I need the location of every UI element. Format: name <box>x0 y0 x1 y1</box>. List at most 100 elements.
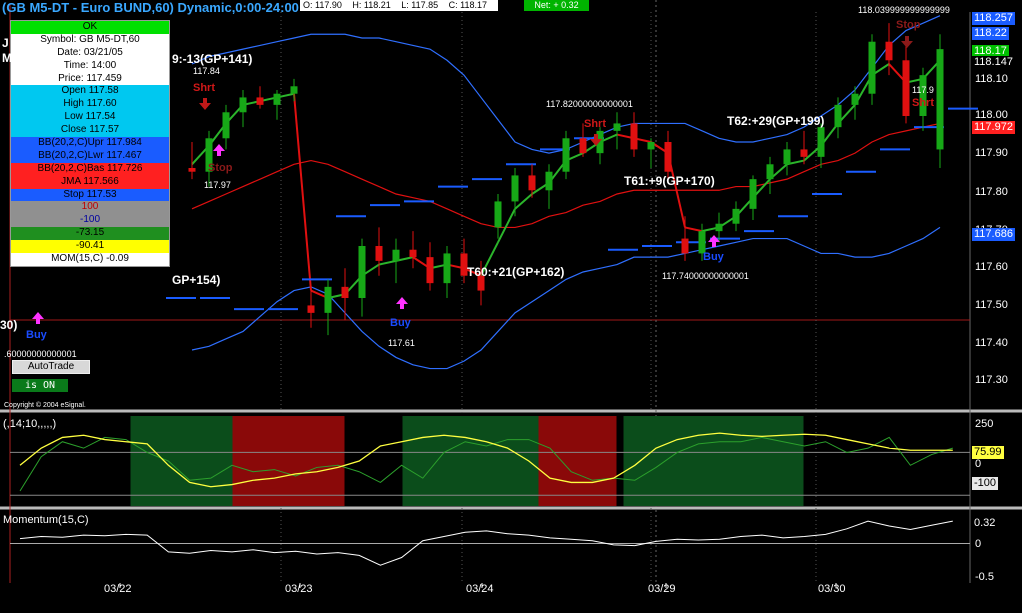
partial-label: 30) <box>0 318 18 332</box>
ohlc-high: H: 118.21 <box>352 0 391 10</box>
price-axis-label: 118.10 <box>975 73 1008 85</box>
oscillator-zone <box>402 416 549 506</box>
info-value-minus-100: -100 <box>11 214 169 228</box>
candle-body <box>222 112 230 139</box>
top-price-value: 118.039999999999999 <box>858 5 950 15</box>
autotrade-status[interactable]: is ON <box>12 379 68 392</box>
signal-buy-label: Buy <box>703 251 724 263</box>
oscillator-axis-tag: -100 <box>972 477 999 490</box>
info-bb-lower: BB(20,2,C)Lwr 117.467 <box>11 149 169 163</box>
date-label: 03/24 <box>466 583 494 595</box>
candle-body <box>239 97 247 113</box>
candle-body <box>783 149 791 165</box>
info-low: Low 117.54 <box>11 111 169 125</box>
momentum-axis-label: 0 <box>975 538 982 550</box>
autotrade-button[interactable]: AutoTrade <box>12 360 90 374</box>
candle-body <box>256 97 264 105</box>
chart-title: (GB M5-DT - Euro BUND,60) Dynamic,0:00-2… <box>2 0 299 15</box>
partial-label: J <box>2 36 9 50</box>
info-open: Open 117.58 <box>11 85 169 99</box>
info-value-minus-90: -90.41 <box>11 240 169 254</box>
price-axis-label: 117.30 <box>975 374 1008 386</box>
candle-body <box>902 60 910 116</box>
candle-body <box>341 286 349 298</box>
oscillator-axis-label: 250 <box>975 418 994 430</box>
info-price: Price: 117.459 <box>11 72 169 86</box>
net-change-badge: Net: + 0.32 <box>524 0 589 11</box>
candle-body <box>715 223 723 232</box>
copyright-text: Copyright © 2004 eSignal. <box>4 402 86 409</box>
candle-body <box>664 142 672 172</box>
trade-annotation: GP+154) <box>172 273 221 287</box>
info-stop: Stop 117.53 <box>11 188 169 202</box>
price-axis-label: 117.90 <box>975 147 1008 159</box>
candle-body <box>579 138 587 154</box>
date-label: 03/29 <box>648 583 676 595</box>
candle-body <box>358 246 366 298</box>
candle-body <box>817 127 825 157</box>
candle-body <box>868 41 876 94</box>
ohlc-readout: O: 117.90 H: 118.21 L: 117.85 C: 118.17 <box>300 0 499 11</box>
info-high: High 117.60 <box>11 98 169 112</box>
oscillator-axis-label: 0 <box>975 458 982 470</box>
signal-buy-label: Buy <box>26 329 47 341</box>
candle-body <box>800 149 808 157</box>
price-tag-bb-upper: 118.257 <box>972 12 1015 25</box>
momentum-axis-label: -0.5 <box>975 571 994 583</box>
info-momentum: MOM(15,C) -0.09 <box>11 253 169 266</box>
info-symbol: Symbol: GB M5-DT,60 <box>11 33 169 47</box>
signal-stop-label: Stop <box>896 19 921 31</box>
signal-buy-label: Buy <box>390 317 411 329</box>
candle-body <box>307 305 315 313</box>
price-axis-label: 117.50 <box>975 299 1008 311</box>
price-axis-label: 117.60 <box>975 261 1008 273</box>
candle-body <box>630 123 638 150</box>
price-annotation: 117.61 <box>388 338 415 348</box>
trade-annotation: T60:+21(GP+162) <box>467 265 565 279</box>
info-value-100: 100 <box>11 201 169 215</box>
price-annotation: .60000000000001 <box>4 349 77 359</box>
candle-body <box>545 171 553 191</box>
oscillator-zone <box>538 416 617 506</box>
price-axis-label: 117.40 <box>975 337 1008 349</box>
price-annotation: 117.84 <box>193 66 220 76</box>
candle-body <box>647 142 655 150</box>
momentum-label: Momentum(15,C) <box>3 514 89 526</box>
price-tag-jma: 118.147 <box>972 56 1015 69</box>
candle-body <box>188 168 196 172</box>
candle-body <box>562 138 570 172</box>
candle-body <box>409 249 417 258</box>
oscillator-zone <box>623 416 804 506</box>
info-ok[interactable]: OK <box>11 21 169 34</box>
date-label: 03/30 <box>818 583 846 595</box>
candle-body <box>749 179 757 209</box>
signal-short-label: Shrt <box>584 118 606 130</box>
candle-body <box>392 249 400 261</box>
info-bb-basis: BB(20,2,C)Bas 117.726 <box>11 162 169 176</box>
candle-body <box>511 175 519 202</box>
candle-body <box>936 49 944 150</box>
price-annotation: 117.82000000000001 <box>546 99 633 109</box>
candle-body <box>834 104 842 128</box>
signal-stop-label: Stop <box>208 162 233 174</box>
candle-body <box>885 41 893 61</box>
candle-body <box>851 93 859 105</box>
oscillator-zone <box>130 416 243 506</box>
date-label: 03/22 <box>104 583 132 595</box>
info-date: Date: 03/21/05 <box>11 46 169 60</box>
candle-body <box>613 123 621 131</box>
signal-short-label: Shrt <box>193 82 215 94</box>
info-close: Close 117.57 <box>11 124 169 138</box>
candle-body <box>732 208 740 224</box>
trade-annotation: 9:-13(GP+141) <box>172 52 253 66</box>
candle-body <box>443 253 451 284</box>
candle-body <box>426 257 434 284</box>
trade-annotation: T62:+29(GP+199) <box>727 114 825 128</box>
signal-short-label: Shrt <box>912 97 934 109</box>
info-time: Time: 14:00 <box>11 59 169 73</box>
trade-annotation: T61:+9(GP+170) <box>624 174 715 188</box>
candle-body <box>290 86 298 94</box>
info-value-minus-73: -73.15 <box>11 227 169 241</box>
info-bb-upper: BB(20,2,C)Upr 117.984 <box>11 137 169 150</box>
price-annotation: 117.74000000000001 <box>662 271 749 281</box>
